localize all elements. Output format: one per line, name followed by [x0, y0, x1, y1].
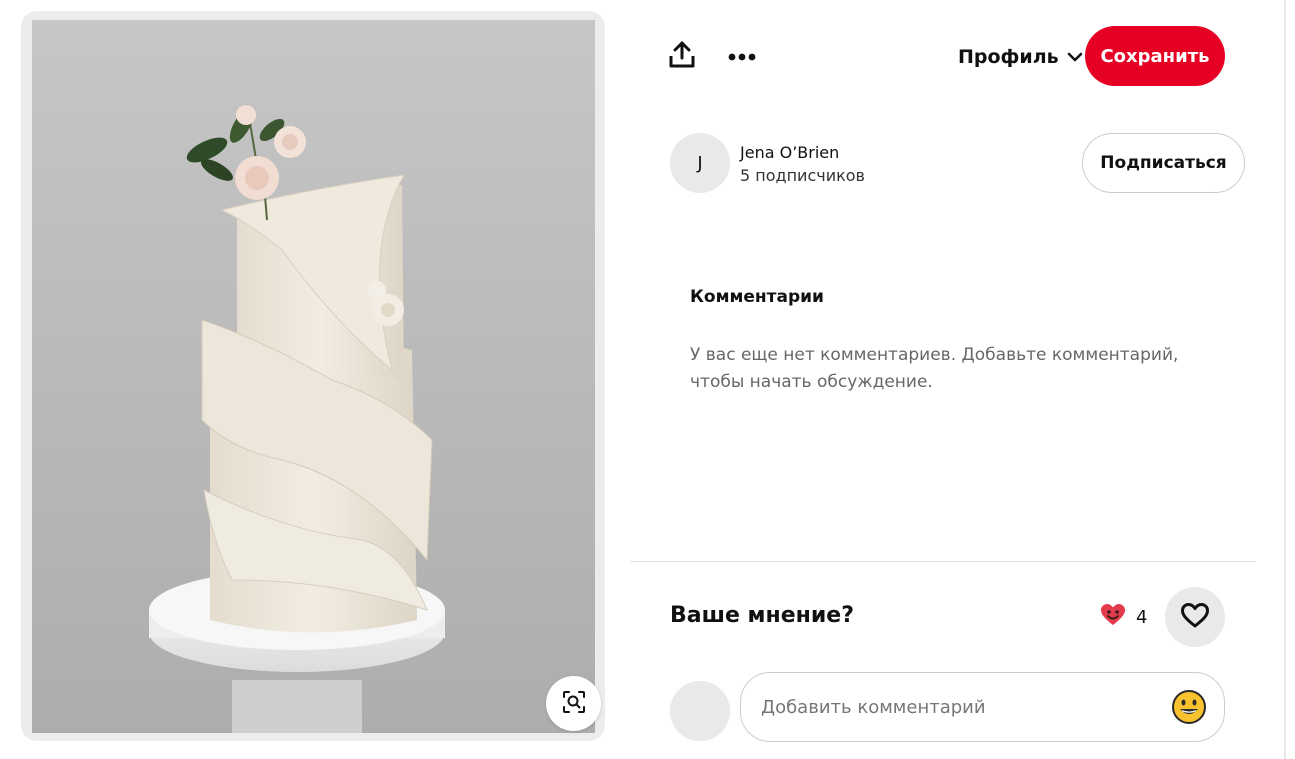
emoji-picker-button[interactable]: [1171, 689, 1207, 728]
section-divider: [630, 561, 1256, 562]
follow-button[interactable]: Подписаться: [1082, 133, 1245, 193]
share-button[interactable]: [658, 32, 706, 80]
heart-outline-icon: [1180, 602, 1210, 632]
reaction-count: 4: [1136, 606, 1148, 628]
profile-board-dropdown[interactable]: Профиль: [950, 34, 1091, 80]
reaction-summary[interactable]: 4: [1100, 603, 1147, 631]
heart-eyes-emoji-icon: [1100, 603, 1126, 631]
author-name[interactable]: Jena O’Brien: [740, 143, 839, 162]
chevron-down-icon: [1067, 46, 1083, 68]
profile-dropdown-label: Профиль: [958, 46, 1059, 68]
author-avatar[interactable]: J: [670, 133, 730, 193]
save-button[interactable]: Сохранить: [1085, 26, 1225, 86]
pin-page: Профиль Сохранить J Jena O’Brien 5 подпи…: [0, 0, 1295, 759]
author-initial: J: [697, 152, 703, 174]
pin-image[interactable]: [32, 20, 595, 733]
more-options-button[interactable]: [718, 32, 766, 80]
visual-search-button[interactable]: [546, 676, 601, 731]
comment-input[interactable]: [761, 673, 1161, 741]
comment-composer: [740, 672, 1225, 742]
share-upload-icon: [669, 41, 695, 72]
comments-empty-message: У вас еще нет комментариев. Добавьте ком…: [690, 345, 1179, 392]
feedback-heading: Ваше мнение?: [670, 603, 854, 628]
current-user-avatar: [670, 681, 730, 741]
scrollbar-edge: [1284, 0, 1286, 759]
cake-illustration: [32, 20, 595, 733]
more-dots-icon: [728, 49, 756, 64]
like-button[interactable]: [1165, 587, 1225, 647]
comments-heading: Комментарии: [690, 287, 824, 307]
visual-search-icon: [561, 689, 587, 718]
author-followers-count: 5 подписчиков: [740, 166, 865, 185]
pin-image-card: [21, 11, 605, 741]
smiley-emoji-icon: [1171, 689, 1207, 728]
